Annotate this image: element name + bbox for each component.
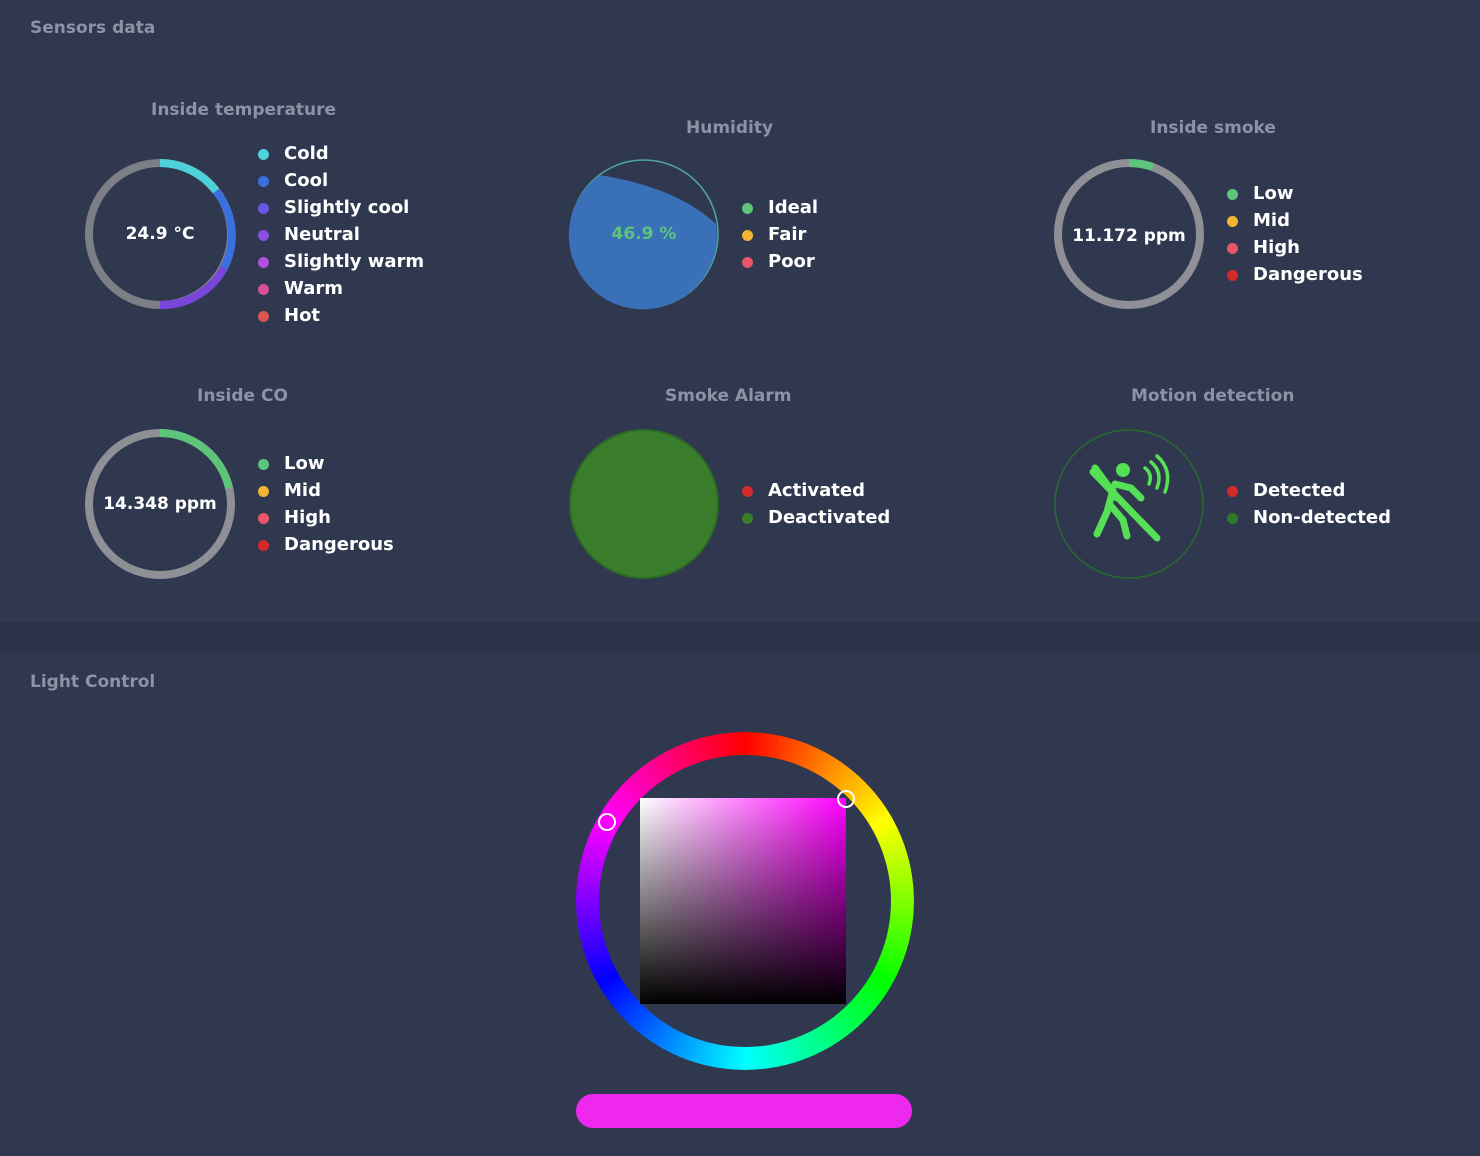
legend-item: Fair (742, 221, 818, 248)
humidity-legend: Ideal Fair Poor (742, 194, 818, 275)
legend-label: Non-detected (1253, 507, 1391, 528)
temperature-legend: Cold Cool Slightly cool Neutral Slightly war… (258, 140, 424, 329)
legend-dot (742, 513, 753, 524)
legend-label: High (1253, 237, 1300, 258)
legend-label: Mid (1253, 210, 1290, 231)
legend-item: Low (1227, 180, 1363, 207)
legend-label: Detected (1253, 480, 1346, 501)
legend-dot (258, 203, 269, 214)
legend-item: Dangerous (258, 531, 394, 558)
legend-dot (258, 284, 269, 295)
legend-dot (258, 230, 269, 241)
legend-item: Cold (258, 140, 424, 167)
co-legend: Low Mid High Dangerous (258, 450, 394, 558)
motion-legend: Detected Non-detected (1227, 477, 1391, 531)
legend-dot (1227, 486, 1238, 497)
selected-color-bar[interactable] (576, 1094, 912, 1128)
legend-item: Non-detected (1227, 504, 1391, 531)
co-widget: Inside CO 14.348 ppm Low Mid High Dangerous (0, 382, 480, 622)
legend-dot (258, 149, 269, 160)
legend-label: Activated (768, 480, 865, 501)
smoke-alarm-legend: Activated Deactivated (742, 477, 890, 531)
temperature-value: 24.9 °C (125, 224, 195, 244)
legend-label: Dangerous (284, 534, 394, 555)
legend-item: Mid (258, 477, 394, 504)
legend-item: Poor (742, 248, 818, 275)
motion-widget: Motion detection Detected Non-detected (975, 382, 1455, 622)
legend-dot (258, 513, 269, 524)
legend-label: Slightly warm (284, 251, 425, 272)
legend-item: High (258, 504, 394, 531)
legend-label: Hot (284, 305, 321, 326)
legend-dot (258, 540, 269, 551)
co-value: 14.348 ppm (103, 494, 217, 514)
humidity-widget: Humidity 46.9 % Ideal Fair Poor (490, 114, 970, 354)
smoke-legend: Low Mid High Dangerous (1227, 180, 1363, 288)
motion-sensor-icon (1054, 429, 1204, 579)
legend-item: Warm (258, 275, 424, 302)
legend-dot (742, 257, 753, 268)
smoke-value: 11.172 ppm (1072, 226, 1186, 246)
legend-dot (1227, 243, 1238, 254)
legend-label: Dangerous (1253, 264, 1363, 285)
motion-title: Motion detection (1131, 386, 1295, 406)
legend-item: Neutral (258, 221, 424, 248)
legend-label: Ideal (768, 197, 819, 218)
smoke-widget: Inside smoke 11.172 ppm Low Mid High Danger… (975, 114, 1455, 354)
legend-dot (258, 257, 269, 268)
legend-label: Slightly cool (284, 197, 410, 218)
legend-label: Cold (284, 143, 329, 164)
legend-dot (742, 486, 753, 497)
legend-label: Cool (284, 170, 329, 191)
legend-label: Low (284, 453, 325, 474)
legend-item: Ideal (742, 194, 818, 221)
panel-divider (0, 622, 1480, 652)
legend-item: Deactivated (742, 504, 890, 531)
legend-dot (258, 176, 269, 187)
legend-item: Slightly cool (258, 194, 424, 221)
legend-label: Low (1253, 183, 1294, 204)
legend-dot (258, 459, 269, 470)
saturation-value-picker[interactable] (640, 798, 846, 1004)
legend-dot (258, 311, 269, 322)
legend-item: Slightly warm (258, 248, 424, 275)
legend-dot (742, 230, 753, 241)
legend-label: Poor (768, 251, 815, 272)
legend-dot (1227, 270, 1238, 281)
temperature-widget: Inside temperature 24.9 °C Cold Cool Sligh… (0, 96, 480, 336)
sensors-title: Sensors data (30, 18, 156, 38)
legend-label: Mid (284, 480, 321, 501)
legend-label: Fair (768, 224, 807, 245)
legend-item: Activated (742, 477, 890, 504)
legend-item: Low (258, 450, 394, 477)
legend-label: Neutral (284, 224, 360, 245)
legend-item: Cool (258, 167, 424, 194)
legend-dot (742, 203, 753, 214)
smoke-alarm-widget: Smoke Alarm Activated Deactivated (490, 382, 970, 622)
hue-handle[interactable] (596, 811, 618, 833)
legend-label: Deactivated (768, 507, 891, 528)
legend-dot (1227, 513, 1238, 524)
legend-item: Mid (1227, 207, 1363, 234)
light-control-title: Light Control (30, 672, 156, 692)
humidity-value: 46.9 % (611, 224, 677, 244)
legend-item: Detected (1227, 477, 1391, 504)
smoke-title: Inside smoke (1150, 118, 1276, 138)
legend-dot (1227, 216, 1238, 227)
saturation-handle[interactable] (835, 788, 857, 810)
legend-label: High (284, 507, 331, 528)
legend-dot (258, 486, 269, 497)
legend-item: High (1227, 234, 1363, 261)
smoke-alarm-indicator (569, 429, 719, 579)
legend-dot (1227, 189, 1238, 200)
legend-item: Dangerous (1227, 261, 1363, 288)
sensors-panel: Sensors data Inside temperature 24.9 °C … (0, 0, 1480, 622)
legend-item: Hot (258, 302, 424, 329)
legend-label: Warm (284, 278, 343, 299)
